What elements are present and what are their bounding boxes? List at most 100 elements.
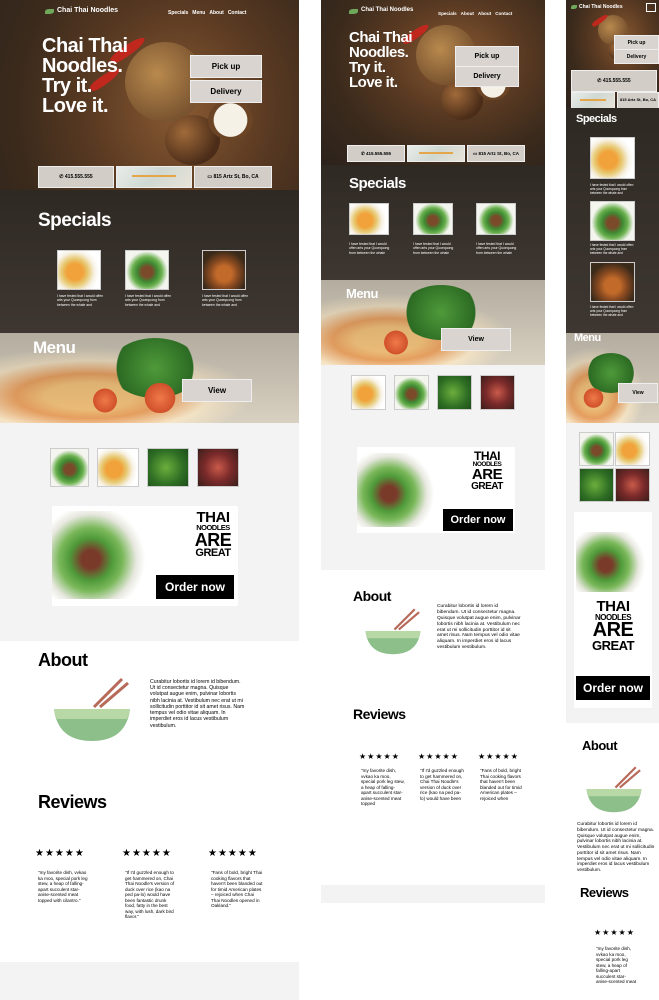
headline-line: Chai Thai — [42, 35, 128, 57]
headline-line: Love it. — [349, 74, 398, 91]
thai-noodles-graphic: THAI NOODLES ARE GREAT — [192, 510, 234, 559]
gallery-image[interactable] — [394, 375, 429, 410]
special-image[interactable] — [57, 250, 101, 290]
nav-about[interactable]: About — [209, 10, 223, 16]
menu-title: Menu — [346, 286, 378, 301]
special-image[interactable] — [476, 203, 516, 235]
logo-leaf-icon — [349, 9, 358, 14]
menu-title: Menu — [574, 332, 601, 344]
top-nav: Chai Thai Noodles — [566, 0, 659, 14]
thai-text: ARE — [471, 466, 503, 483]
about-text: Curabitur lobortis id lorem id bibendum.… — [437, 604, 521, 651]
about-title: About — [582, 738, 618, 753]
phone-box[interactable]: ✆ 415.555.555 — [347, 145, 405, 162]
special-description: I have fested that I would offen arts yo… — [202, 294, 249, 307]
logo-leaf-icon — [45, 9, 54, 14]
review-text: "Fans of bold, bright Thai cooking flavo… — [211, 870, 263, 908]
delivery-button[interactable]: Delivery — [190, 80, 262, 103]
menu-shrimp — [381, 330, 411, 355]
special-description: I have fested that I would offen arts yo… — [590, 183, 634, 195]
review-stars: ★★★★★ — [478, 752, 519, 761]
address-box[interactable]: ▭ 815 Artz St, Bo, CA — [194, 166, 272, 188]
review-stars: ★★★★★ — [359, 752, 400, 761]
review-text: "my favorite dish, vvkao ka moo, special… — [596, 946, 637, 984]
gallery-image[interactable] — [615, 432, 650, 466]
order-card: THAI NOODLES ARE GREAT Order now — [357, 447, 515, 533]
gallery-image[interactable] — [197, 448, 239, 487]
phone-box[interactable]: ✆ 415.555.555 — [571, 70, 657, 92]
review-stars: ★★★★★ — [208, 848, 258, 859]
delivery-button[interactable]: Delivery — [614, 49, 659, 64]
special-image[interactable] — [590, 201, 635, 241]
order-card: THAI NOODLES ARE GREAT Order now — [574, 512, 652, 708]
review-stars: ★★★★★ — [594, 928, 635, 937]
address-box[interactable]: ▭ 815 Artz St, Bo, CA — [467, 145, 525, 162]
special-image[interactable] — [590, 262, 635, 302]
map-box[interactable] — [116, 166, 192, 188]
gallery-image[interactable] — [579, 432, 614, 466]
nav-links: Specials About About Contact — [438, 11, 516, 16]
nav-menu[interactable]: Menu — [192, 10, 205, 16]
pickup-button[interactable]: Pick up — [455, 46, 519, 67]
phone-box[interactable]: ✆ 415.555.555 — [38, 166, 114, 188]
order-card: THAI NOODLES ARE GREAT Order now — [52, 506, 238, 606]
review-stars: ★★★★★ — [35, 848, 85, 859]
special-image[interactable] — [590, 137, 635, 179]
special-image[interactable] — [349, 203, 389, 235]
headline-line: Noodles. — [42, 55, 123, 77]
special-image[interactable] — [125, 250, 169, 290]
headline-line: Love it. — [42, 95, 109, 117]
pickup-button[interactable]: Pick up — [614, 35, 659, 50]
gallery-image[interactable] — [351, 375, 386, 410]
order-food-image — [576, 532, 650, 592]
footer — [321, 885, 545, 903]
nav-contact[interactable]: Contact — [495, 11, 512, 16]
map-box[interactable] — [407, 145, 465, 162]
hero-coconut-half — [208, 100, 253, 140]
reviews-title: Reviews — [38, 792, 107, 812]
desktop-layout: Chai Thai Noodles Specials Menu About Conta… — [0, 0, 299, 1000]
brand-name[interactable]: Chai Thai Noodles — [57, 7, 118, 14]
special-image[interactable] — [413, 203, 453, 235]
special-description: I have fested that I would offen arts yo… — [57, 294, 104, 307]
gallery-image[interactable] — [579, 468, 614, 502]
menu-shrimp — [140, 383, 180, 413]
gallery-image[interactable] — [437, 375, 472, 410]
address-text: 815 Artz St, Bo, CA — [213, 174, 259, 180]
gallery-image[interactable] — [97, 448, 139, 487]
top-nav: Chai Thai Noodles Specials About About Cont… — [321, 0, 545, 20]
view-menu-button[interactable]: View — [441, 328, 511, 351]
special-image[interactable] — [202, 250, 246, 290]
pickup-button[interactable]: Pick up — [190, 55, 262, 78]
gallery-image[interactable] — [147, 448, 189, 487]
view-menu-button[interactable]: View — [182, 379, 252, 402]
special-description: I have fested that I would offen arts yo… — [590, 243, 634, 255]
phone-number: 415.555.555 — [64, 174, 93, 180]
gallery-image[interactable] — [50, 448, 89, 487]
order-now-button[interactable]: Order now — [576, 676, 650, 700]
gallery-image[interactable] — [615, 468, 650, 502]
review-text: "If I'd guzzled enough to get hammered o… — [125, 870, 175, 919]
brand-name[interactable]: Chai Thai Noodles — [361, 7, 413, 13]
order-now-button[interactable]: Order now — [443, 509, 513, 531]
reviews-title: Reviews — [353, 706, 406, 722]
thai-text: GREAT — [471, 480, 503, 492]
hamburger-menu-icon[interactable] — [646, 3, 656, 12]
special-description: I have fested that I would offen arts yo… — [590, 305, 634, 317]
delivery-button[interactable]: Delivery — [455, 66, 519, 87]
about-text: Curabitur lobortis id lorem id bibendum.… — [150, 679, 245, 729]
nav-specials[interactable]: Specials — [168, 10, 188, 16]
thai-text: ARE — [194, 529, 232, 550]
bowl-chopsticks-icon — [365, 608, 421, 655]
hero-headline: Chai Thai Noodles. Try it. Love it. — [349, 30, 413, 91]
brand-name[interactable]: Chai Thai Noodles — [579, 4, 623, 10]
gallery-image[interactable] — [480, 375, 515, 410]
nav-specials[interactable]: Specials — [438, 11, 457, 16]
map-box[interactable] — [571, 92, 615, 109]
address-box[interactable]: 815 Artz St, Bo, CA — [617, 92, 659, 109]
nav-about-2[interactable]: About — [478, 11, 491, 16]
order-now-button[interactable]: Order now — [156, 575, 234, 599]
nav-contact[interactable]: Contact — [228, 10, 247, 16]
view-menu-button[interactable]: View — [618, 383, 658, 403]
nav-about[interactable]: About — [461, 11, 474, 16]
